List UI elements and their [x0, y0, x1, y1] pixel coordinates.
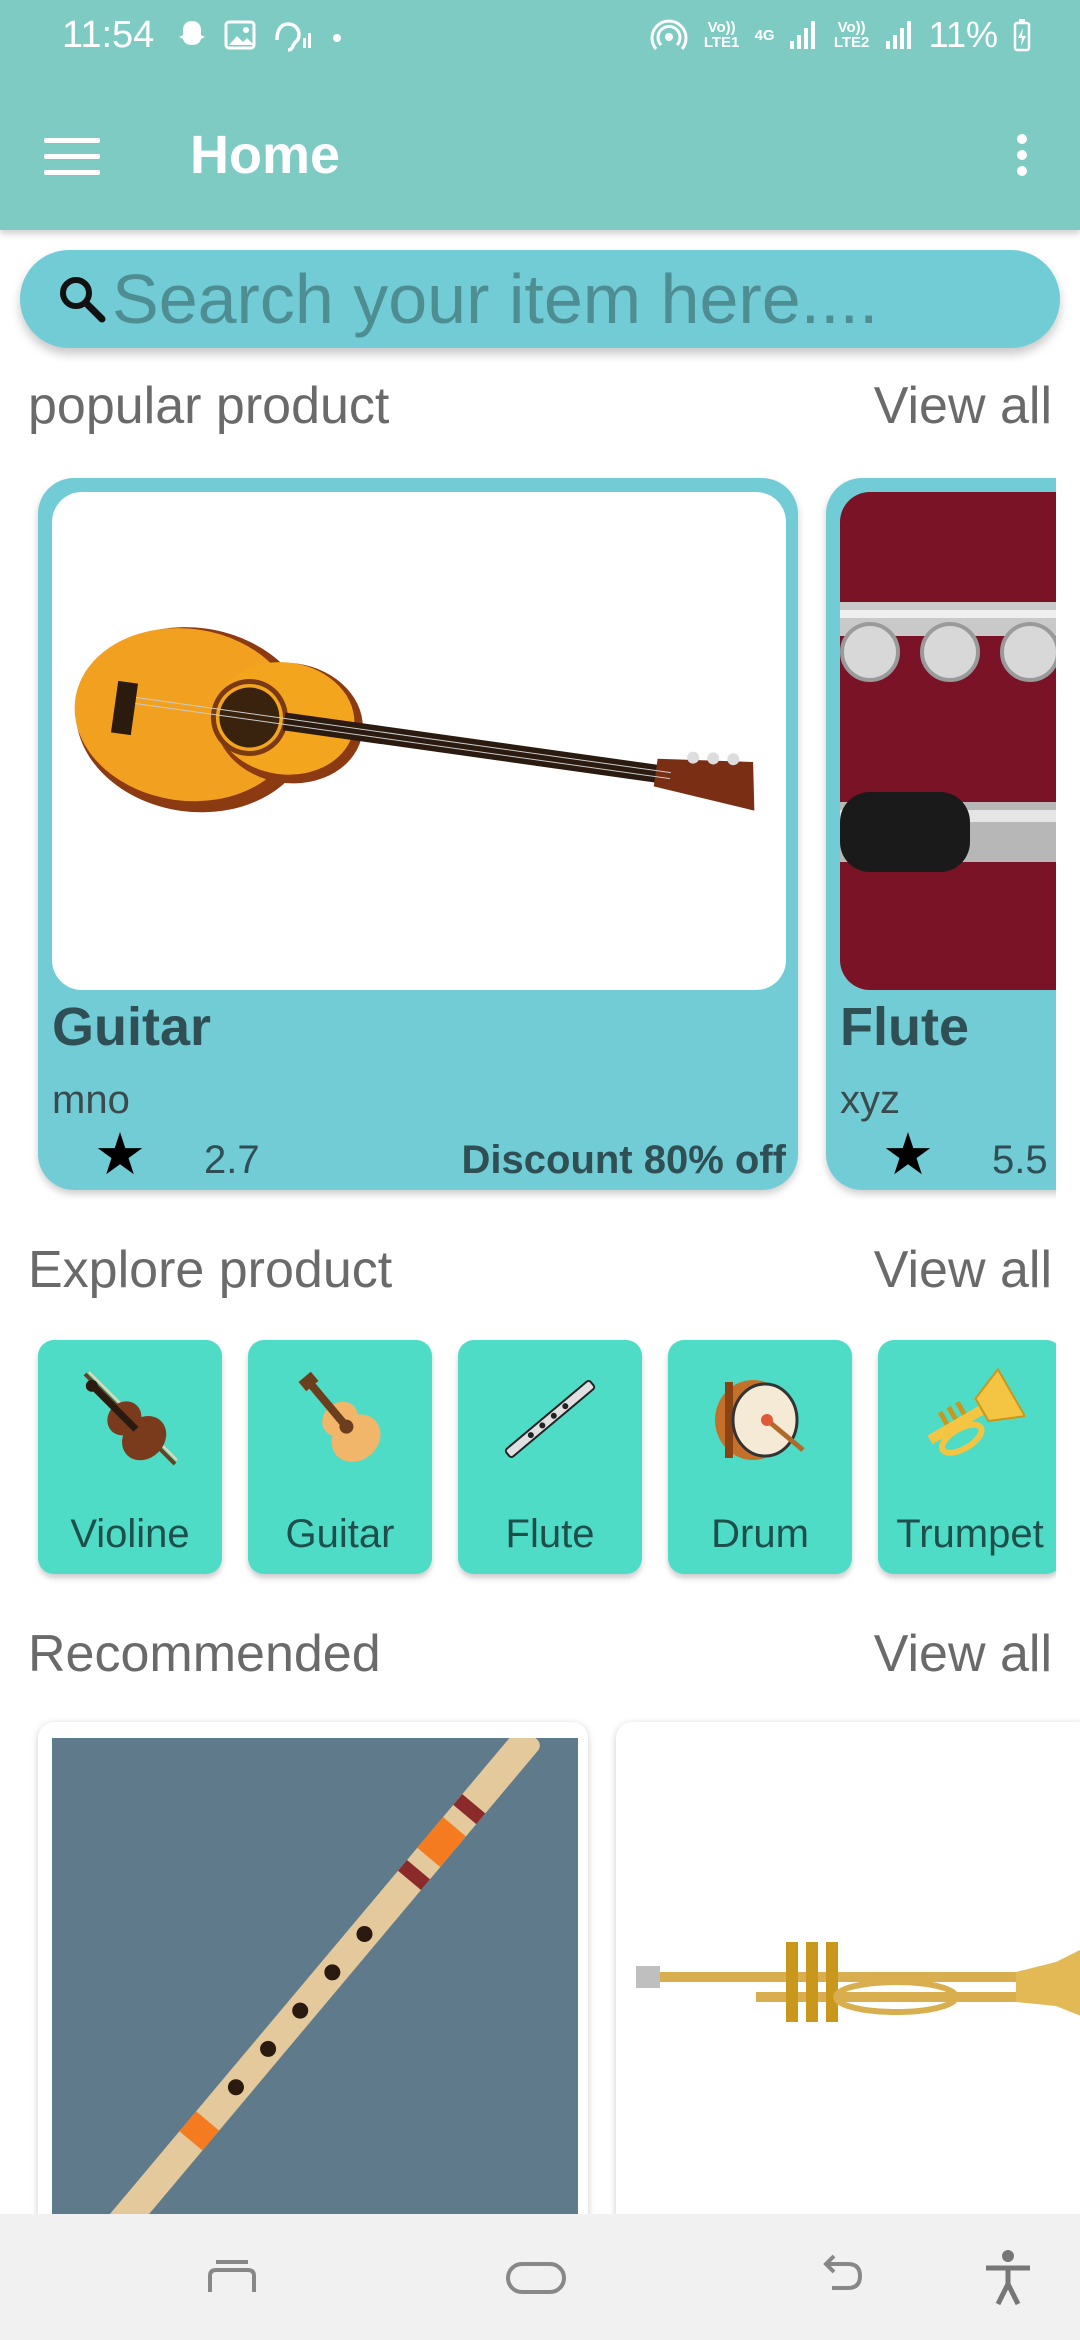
status-right-icons: Vo)) LTE1 4G Vo)) LTE2 11% — [649, 14, 1032, 56]
flute-image — [840, 492, 1056, 990]
product-name: Flute — [840, 997, 969, 1057]
accessibility-icon[interactable] — [980, 2248, 1036, 2308]
search-bar[interactable] — [20, 250, 1060, 348]
category-guitar[interactable]: Guitar — [248, 1340, 432, 1574]
category-label: Trumpet — [896, 1512, 1044, 1556]
popular-product-carousel[interactable]: Guitar mno ★ 2.7 Discount 80% off Flute … — [0, 470, 1056, 1210]
category-violine[interactable]: Violine — [38, 1340, 222, 1574]
explore-section-title: Explore product — [28, 1241, 393, 1299]
star-icon: ★ — [94, 1122, 146, 1187]
bansuri-flute-image — [52, 1738, 578, 2242]
snapchat-icon — [179, 21, 205, 45]
gallery-icon — [224, 20, 256, 50]
hotspot-icon — [650, 19, 688, 50]
system-navigation-bar — [0, 2214, 1080, 2340]
product-brand: xyz — [840, 1078, 900, 1122]
network-label: 4G — [754, 26, 775, 44]
hamburger-menu-icon[interactable] — [44, 138, 100, 178]
violin-icon — [83, 1371, 178, 1466]
battery-percent: 11% — [928, 14, 998, 55]
dot-icon — [333, 34, 341, 42]
drum-icon — [715, 1380, 805, 1460]
explore-category-carousel[interactable]: Violine Guitar Flute Drum Trumpet — [0, 1330, 1056, 1590]
guitar-icon — [298, 1371, 381, 1462]
product-brand: mno — [52, 1078, 130, 1122]
battery-charging-icon — [1013, 19, 1031, 52]
recent-apps-icon[interactable] — [204, 2248, 260, 2304]
popular-view-all-link[interactable]: View all — [874, 376, 1052, 436]
search-input[interactable] — [112, 259, 1012, 339]
recommended-view-all-link[interactable]: View all — [874, 1624, 1052, 1684]
search-icon — [60, 277, 106, 323]
trumpet-image — [636, 1942, 1080, 2022]
category-label: Flute — [505, 1512, 595, 1556]
status-left-icons — [175, 18, 347, 52]
signal-icon — [789, 21, 815, 49]
category-trumpet[interactable]: Trumpet — [878, 1340, 1056, 1574]
product-name: Guitar — [52, 997, 212, 1057]
star-icon: ★ — [882, 1122, 934, 1187]
lte1-label: Vo)) LTE1 — [703, 19, 740, 51]
guitar-image — [52, 492, 786, 990]
app-bar: 11:54 Vo)) LTE1 4G Vo)) LTE2 11% Home — [0, 0, 1080, 230]
product-card-flute[interactable]: Flute xyz ★ 5.5 — [826, 478, 1056, 1190]
home-icon[interactable] — [504, 2248, 568, 2304]
recommended-section-title: Recommended — [28, 1625, 381, 1683]
more-options-icon[interactable] — [1012, 134, 1032, 184]
back-icon[interactable] — [812, 2248, 868, 2304]
status-time: 11:54 — [62, 14, 155, 56]
category-flute[interactable]: Flute — [458, 1340, 642, 1574]
explore-view-all-link[interactable]: View all — [874, 1240, 1052, 1300]
trumpet-icon — [927, 1367, 1025, 1456]
page-title: Home — [190, 125, 341, 185]
signal-icon — [885, 21, 911, 49]
product-rating: 2.7 — [204, 1138, 260, 1182]
category-label: Guitar — [285, 1512, 395, 1556]
category-label: Drum — [711, 1512, 809, 1556]
lte2-label: Vo)) LTE2 — [833, 19, 870, 51]
product-rating: 5.5 — [992, 1138, 1048, 1182]
hearing-icon — [275, 22, 311, 52]
recommended-card-trumpet[interactable] — [616, 1722, 1080, 2242]
product-card-guitar[interactable]: Guitar mno ★ 2.7 Discount 80% off — [38, 478, 798, 1190]
flute-icon — [504, 1380, 596, 1458]
popular-section-title: popular product — [28, 377, 390, 435]
recommended-card-bansuri[interactable] — [38, 1722, 588, 2242]
category-label: Violine — [70, 1512, 190, 1556]
category-drum[interactable]: Drum — [668, 1340, 852, 1574]
product-discount: Discount 80% off — [461, 1138, 786, 1182]
